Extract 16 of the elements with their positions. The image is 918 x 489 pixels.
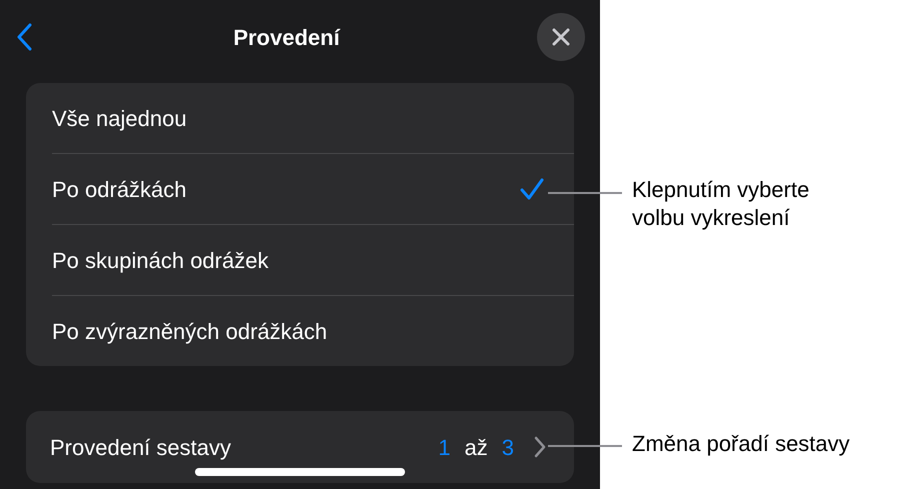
close-button[interactable]	[537, 13, 585, 61]
close-icon	[552, 28, 570, 46]
sequence-end: 3	[502, 434, 514, 462]
popover-title: Provedení	[233, 24, 340, 52]
option-item[interactable]: Po skupinách odrážek	[52, 225, 574, 295]
sequence-label: Provedení sestavy	[50, 434, 231, 462]
sequence-row[interactable]: Provedení sestavy 1 až 3	[26, 411, 574, 483]
sequence-separator: až	[464, 434, 488, 462]
back-icon	[16, 23, 32, 51]
chevron-icon	[534, 436, 546, 458]
option-item[interactable]: Po odrážkách	[52, 154, 574, 224]
callout-text: Změna pořadí sestavy	[632, 430, 851, 458]
option-item[interactable]: Po zvýrazněných odrážkách	[52, 296, 574, 366]
option-item[interactable]: Vše najednou	[52, 83, 574, 153]
sequence-start: 1	[438, 434, 450, 462]
callout-text: Klepnutím vyberte volbu vykreslení	[632, 176, 810, 232]
